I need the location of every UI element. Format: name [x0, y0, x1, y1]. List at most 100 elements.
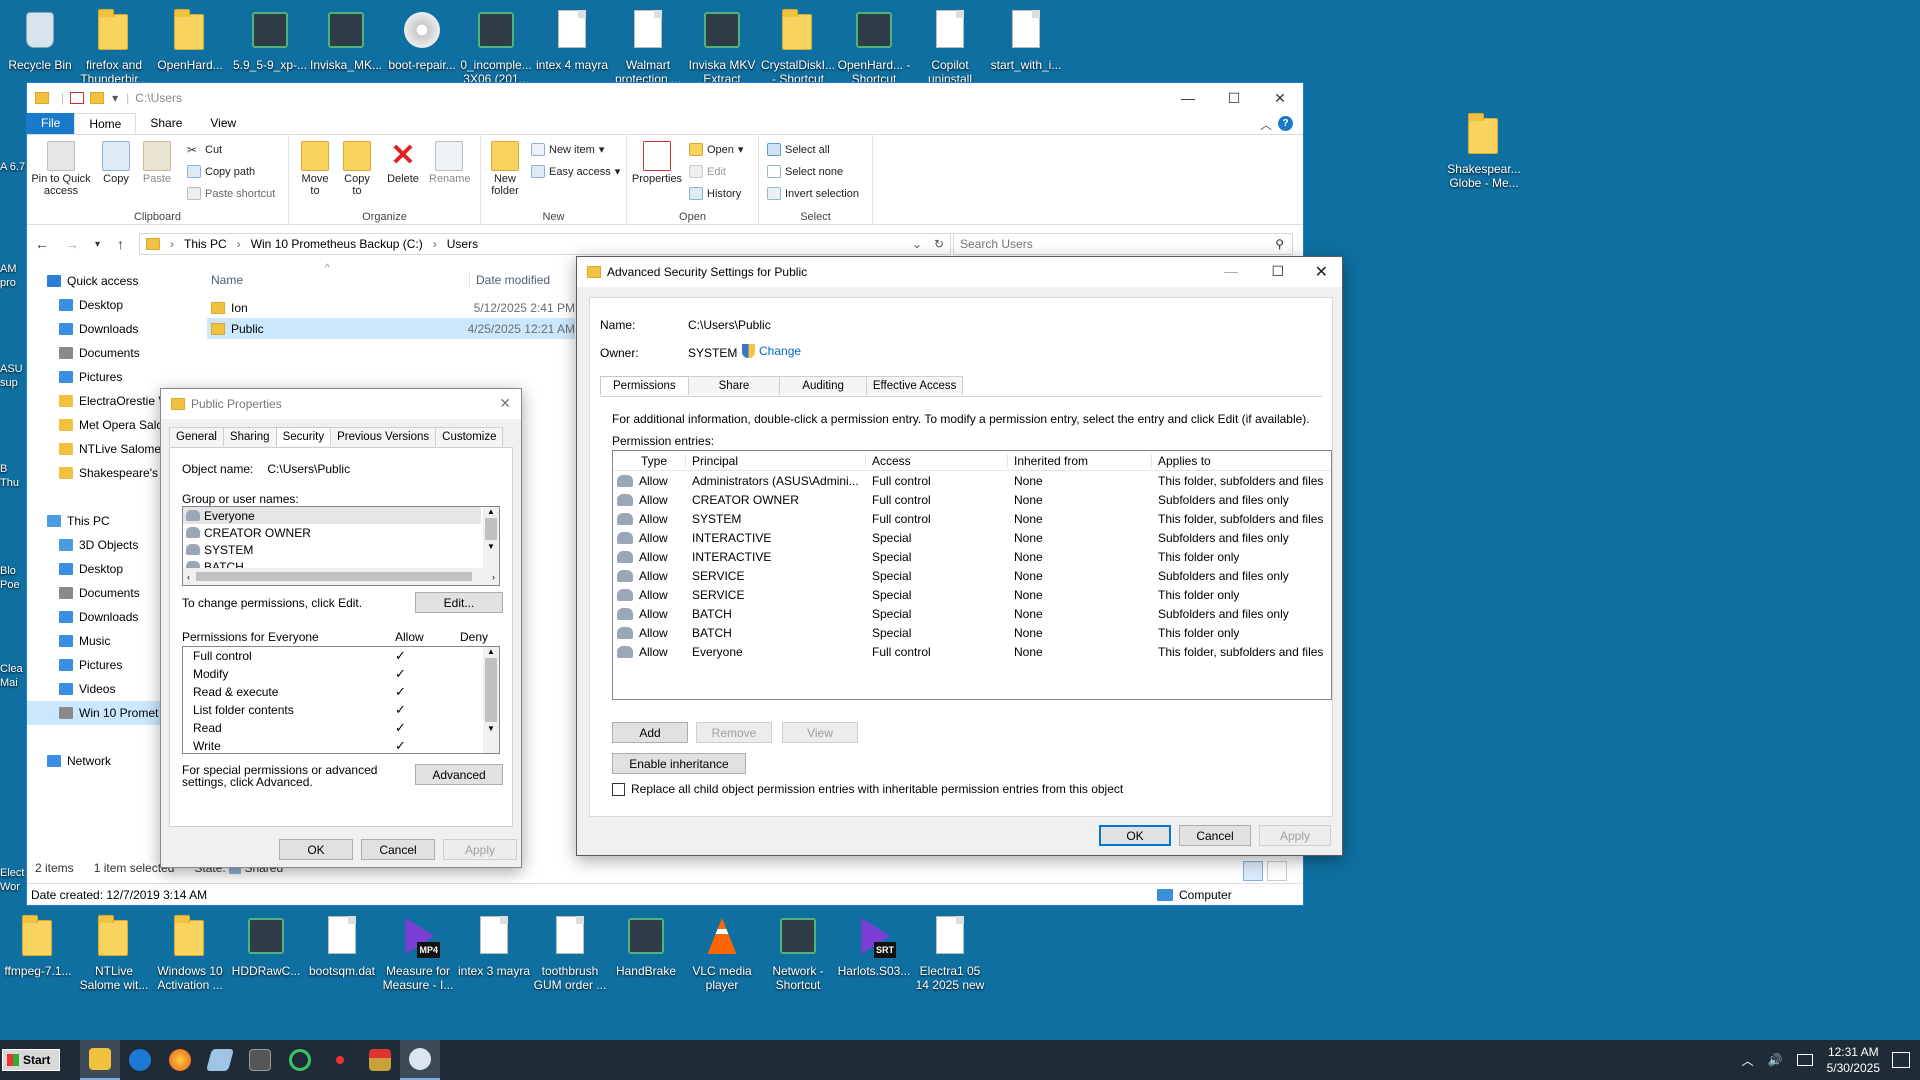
horizontal-scrollbar[interactable]: ‹ › — [183, 568, 499, 585]
file-row[interactable]: Public 4/25/2025 12:21 AM — [207, 318, 575, 339]
recent-locations-icon[interactable]: ▾ — [95, 239, 109, 250]
taskbar-security-settings[interactable] — [400, 1040, 440, 1080]
vertical-scrollbar[interactable]: ▲ ▼ — [483, 507, 499, 569]
desktop-icon[interactable]: NTLive Salome wit... — [76, 912, 152, 992]
desktop-icon-partial[interactable]: Blo Poe — [0, 564, 26, 592]
nav-item[interactable]: Desktop — [27, 557, 163, 581]
scroll-thumb[interactable] — [485, 518, 497, 540]
nav-item[interactable]: Downloads — [27, 605, 163, 629]
desktop-icon[interactable]: Inviska MKV Extract — [684, 6, 760, 86]
desktop-icon[interactable]: intex 4 mayra — [534, 6, 610, 72]
permission-entry-row[interactable]: Allow BATCH Special None Subfolders and file… — [613, 604, 1331, 623]
permission-entry-row[interactable]: Allow INTERACTIVE Special None Subfolders an… — [613, 528, 1331, 547]
help-icon[interactable]: ? — [1278, 116, 1293, 131]
taskbar-app-green[interactable] — [280, 1040, 320, 1080]
properties-button[interactable]: Properties — [631, 141, 683, 185]
taskbar-app-dark[interactable] — [240, 1040, 280, 1080]
select-all-button[interactable]: Select all — [767, 143, 830, 156]
scroll-thumb[interactable] — [485, 658, 497, 722]
nav-item[interactable]: Pictures — [27, 365, 163, 389]
permission-entry-row[interactable]: Allow SERVICE Special None Subfolders and fi… — [613, 566, 1331, 585]
rename-button[interactable]: Rename — [429, 141, 471, 185]
nav-item[interactable]: Win 10 Promet — [27, 701, 163, 725]
replace-child-permissions-option[interactable]: Replace all child object permission entr… — [612, 782, 1123, 796]
tab-effective-access[interactable]: Effective Access — [865, 376, 964, 395]
desktop-icon[interactable]: Network - Shortcut — [760, 912, 836, 992]
desktop-icon[interactable]: HDDRawC... — [228, 912, 304, 978]
tab-general[interactable]: General — [169, 427, 224, 446]
scroll-up-icon[interactable]: ▲ — [483, 647, 499, 656]
desktop-icon[interactable]: MP4 Measure for Measure - I... — [380, 912, 456, 992]
quick-access-dropdown-icon[interactable]: ▾ — [112, 91, 118, 105]
nav-item[interactable]: Videos — [27, 677, 163, 701]
invert-selection-button[interactable]: Invert selection — [767, 187, 859, 200]
tab-permissions[interactable]: Permissions — [600, 376, 689, 395]
desktop-icon[interactable]: VLC media player — [684, 912, 760, 992]
view-button[interactable]: View — [782, 722, 858, 743]
maximize-button[interactable]: ☐ — [1271, 263, 1284, 280]
nav-item[interactable]: This PC — [27, 509, 163, 533]
details-view-icon[interactable] — [1243, 861, 1263, 881]
desktop-icon[interactable]: Copilot uninstall — [912, 6, 988, 86]
tab-share[interactable]: Share — [687, 376, 781, 395]
desktop-icon[interactable]: ffmpeg-7.1... — [0, 912, 76, 978]
permission-entry-row[interactable]: Allow SYSTEM Full control None This folder, … — [613, 509, 1331, 528]
nav-item[interactable]: Documents — [27, 581, 163, 605]
column-inherited-from[interactable]: Inherited from — [1007, 453, 1151, 468]
nav-item[interactable]: Documents — [27, 341, 163, 365]
desktop-icon[interactable]: CrystalDiskI... - Shortcut — [760, 6, 836, 86]
forward-arrow-icon[interactable]: → — [65, 236, 87, 252]
nav-item[interactable]: Pictures — [27, 653, 163, 677]
desktop-icon[interactable]: start_with_i... — [988, 6, 1064, 72]
back-arrow-icon[interactable]: ← — [35, 236, 57, 252]
delete-button[interactable]: ✕ Delete — [385, 141, 421, 186]
new-folder-button[interactable]: New folder — [487, 141, 523, 197]
scroll-up-icon[interactable]: ▲ — [483, 507, 499, 516]
copy-to-button[interactable]: Copy to — [341, 141, 373, 197]
desktop-icon[interactable]: OpenHard... - Shortcut — [836, 6, 912, 86]
desktop-icon-partial[interactable]: AM pro — [0, 262, 26, 290]
desktop-icon[interactable]: firefox and Thunderbir... — [76, 6, 152, 86]
history-button[interactable]: History — [689, 187, 741, 200]
maximize-button[interactable]: ☐ — [1211, 83, 1257, 113]
breadcrumb-users[interactable]: Users — [447, 237, 478, 251]
desktop-icon-partial[interactable]: A 6.7 — [0, 160, 26, 174]
nav-item[interactable]: Downloads📌 — [27, 317, 163, 341]
tab-view[interactable]: View — [196, 113, 250, 134]
tab-home[interactable]: Home — [74, 113, 137, 134]
replace-checkbox[interactable] — [612, 782, 625, 796]
taskbar-firefox[interactable] — [160, 1040, 200, 1080]
group-item[interactable]: CREATOR OWNER — [183, 524, 481, 541]
ok-button[interactable]: OK — [279, 839, 353, 860]
desktop-icon[interactable]: bootsqm.dat — [304, 912, 380, 978]
new-item-button[interactable]: New item ▾ — [531, 143, 604, 156]
column-principal[interactable]: Principal — [685, 453, 865, 468]
file-row[interactable]: Ion 5/12/2025 2:41 PM — [207, 297, 575, 318]
easy-access-button[interactable]: Easy access ▾ — [531, 165, 620, 178]
large-icons-view-icon[interactable] — [1267, 861, 1287, 881]
address-bar[interactable]: › This PC › Win 10 Prometheus Backup (C:… — [139, 233, 951, 255]
open-button[interactable]: Open ▾ — [689, 143, 743, 156]
vertical-scrollbar[interactable]: ▲ ▼ — [483, 647, 499, 753]
copy-path-button[interactable]: Copy path — [187, 165, 255, 178]
paste-shortcut-button[interactable]: Paste shortcut — [187, 187, 275, 200]
close-button[interactable]: ✕ — [499, 395, 511, 412]
close-button[interactable]: ✕ — [1315, 262, 1328, 282]
desktop-icon-partial[interactable]: Elect Wor — [0, 866, 26, 894]
nav-item[interactable]: Desktop📌 — [27, 293, 163, 317]
tab-auditing[interactable]: Auditing — [779, 376, 867, 395]
column-date-modified[interactable]: Date modified — [469, 273, 550, 287]
group-item[interactable]: Everyone — [183, 507, 481, 524]
cancel-button[interactable]: Cancel — [1179, 825, 1251, 846]
show-hidden-icons-icon[interactable]: ︿ — [1742, 1052, 1754, 1069]
desktop-icon[interactable]: Windows 10 Activation ... — [152, 912, 228, 992]
edit-button[interactable]: Edit... — [415, 592, 503, 613]
nav-item[interactable]: Shakespeare's G — [27, 461, 163, 485]
new-folder-icon[interactable] — [90, 92, 105, 104]
cut-button[interactable]: ✂ Cut — [187, 143, 222, 157]
copy-button[interactable]: Copy — [101, 141, 131, 185]
tab-file[interactable]: File — [27, 113, 75, 134]
scroll-thumb[interactable] — [196, 572, 472, 581]
add-button[interactable]: Add — [612, 722, 688, 743]
desktop-icon[interactable]: intex 3 mayra — [456, 912, 532, 978]
